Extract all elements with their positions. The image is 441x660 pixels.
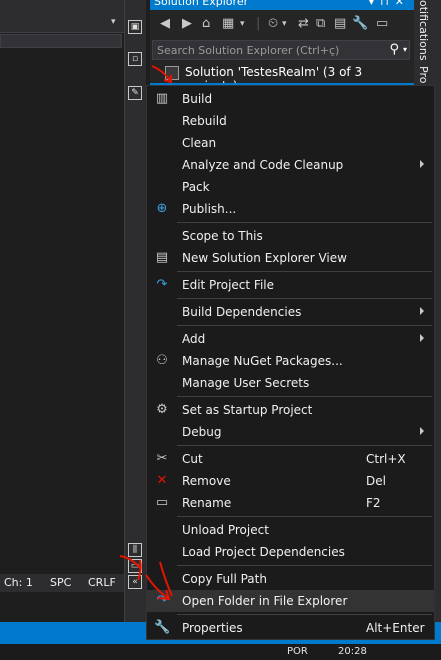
red-annotation-arrows [119,65,173,601]
